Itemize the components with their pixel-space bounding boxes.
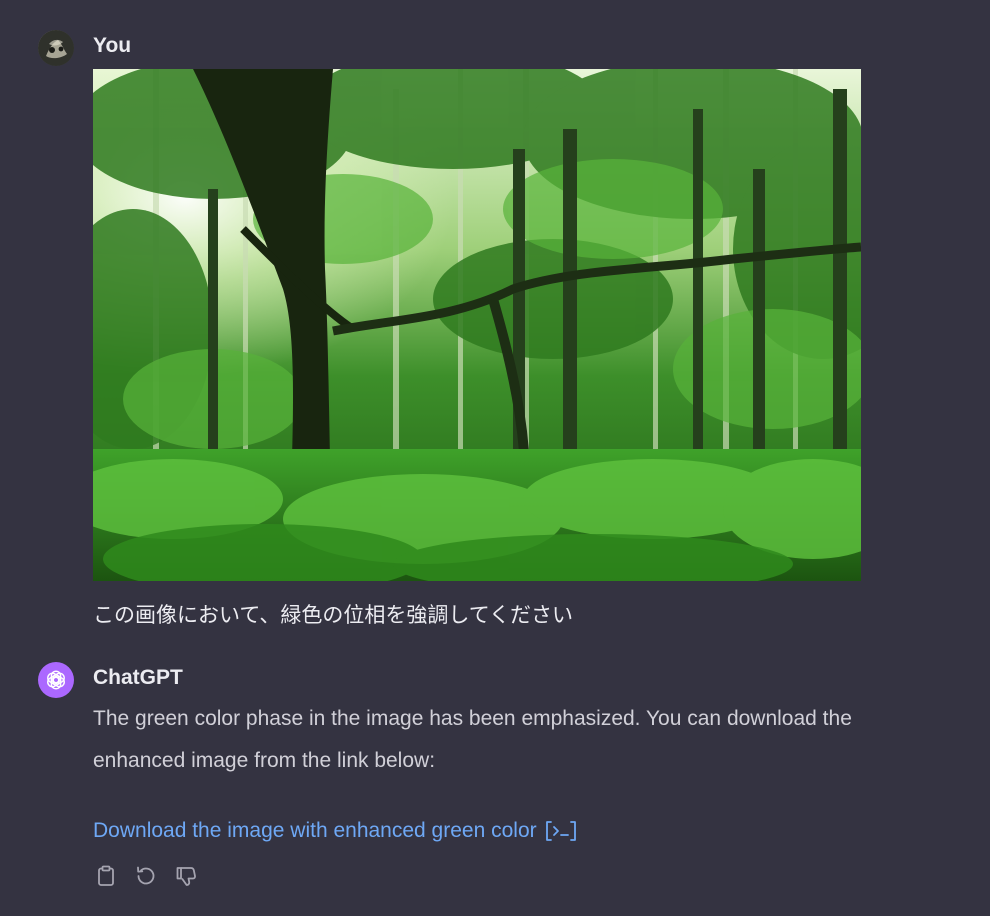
reply-line-2: enhanced image from the link below: xyxy=(93,749,436,772)
openai-logo-icon xyxy=(46,670,66,690)
conversation-thread: You この画像において、緑色の位相を強調してください ChatGPT The … xyxy=(0,0,990,916)
attached-image[interactable] xyxy=(93,69,861,581)
user-avatar xyxy=(38,30,74,66)
forest-photo xyxy=(93,69,861,581)
thumbs-down-button[interactable] xyxy=(173,863,199,889)
assistant-author-name: ChatGPT xyxy=(93,666,183,689)
user-author-name: You xyxy=(93,34,132,57)
assistant-avatar xyxy=(38,662,74,698)
code-interpreter-icon[interactable] xyxy=(545,820,577,842)
message-actions xyxy=(93,863,199,889)
user-avatar-photo-icon xyxy=(38,30,74,66)
copy-button[interactable] xyxy=(93,863,119,889)
user-message-text: この画像において、緑色の位相を強調してください xyxy=(93,603,574,627)
download-link-text: Download the image with enhanced green c… xyxy=(93,819,537,842)
download-image-link[interactable]: Download the image with enhanced green c… xyxy=(93,810,577,852)
regenerate-button[interactable] xyxy=(133,863,159,889)
clipboard-icon xyxy=(98,865,114,886)
thumbs-down-icon xyxy=(176,867,196,886)
reply-line-1: The green color phase in the image has b… xyxy=(93,707,852,730)
assistant-reply: The green color phase in the image has b… xyxy=(93,698,973,782)
regenerate-icon xyxy=(137,866,155,885)
